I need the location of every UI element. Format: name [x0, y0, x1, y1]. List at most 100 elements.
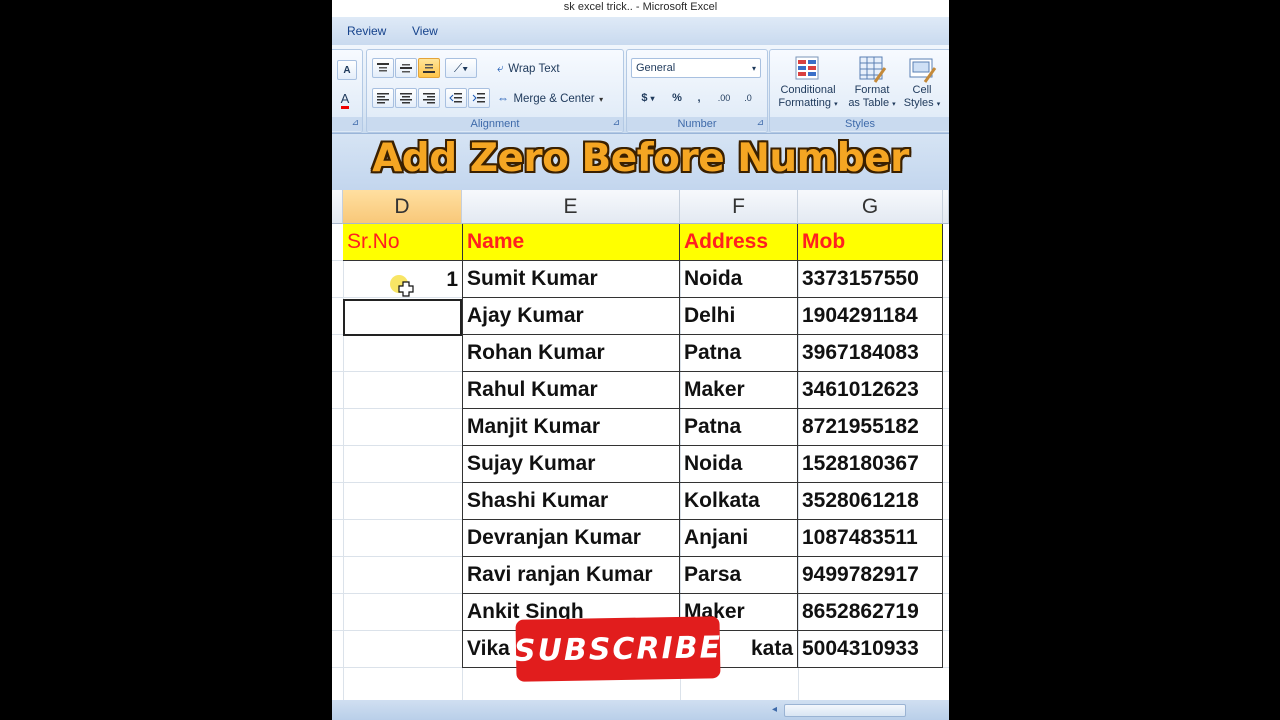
styles-group: Conditional Formatting ▾ Format as Table… — [769, 49, 949, 133]
scroll-left-icon[interactable]: ◂ — [772, 704, 777, 715]
number-group-label: Number ⊿ — [627, 117, 767, 131]
number-format-select[interactable]: General ▾ — [631, 58, 761, 78]
address-cell[interactable]: Parsa — [680, 557, 798, 594]
column-header-g[interactable]: G — [798, 190, 943, 224]
font-group-label: ⊿ — [332, 117, 362, 131]
align-right-button[interactable] — [418, 88, 440, 108]
column-header-d[interactable]: D — [343, 190, 462, 224]
align-middle-button[interactable] — [395, 58, 417, 78]
header-cell-mob[interactable]: Mob — [798, 224, 943, 261]
font-color-button[interactable]: A — [333, 90, 357, 110]
name-cell[interactable]: Sumit Kumar — [462, 261, 680, 298]
srno-cell[interactable] — [343, 594, 462, 631]
address-cell[interactable]: Anjani — [680, 520, 798, 557]
format-as-table-button[interactable]: Format as Table ▾ — [846, 52, 898, 116]
mob-cell[interactable]: 1528180367 — [798, 446, 943, 483]
name-cell[interactable]: Rahul Kumar — [462, 372, 680, 409]
align-bottom-button[interactable] — [418, 58, 440, 78]
align-center-button[interactable] — [395, 88, 417, 108]
srno-cell[interactable] — [343, 631, 462, 668]
srno-cell[interactable] — [343, 335, 462, 372]
table-row: Shashi Kumar Kolkata 3528061218 — [332, 483, 949, 520]
active-cell-selection[interactable] — [343, 299, 462, 336]
currency-button[interactable]: $ ▾ — [631, 88, 665, 108]
name-cell[interactable]: Ajay Kumar — [462, 298, 680, 335]
address-cell[interactable]: Kolkata — [680, 483, 798, 520]
srno-cell[interactable] — [343, 446, 462, 483]
cell-styles-button[interactable]: Cell Styles ▾ — [898, 52, 946, 116]
banner-text: Add Zero Before Number — [372, 136, 909, 181]
grow-font-button[interactable]: A — [337, 60, 357, 80]
chevron-down-icon: ▾ — [892, 101, 896, 108]
align-bottom-icon — [423, 64, 435, 73]
number-launcher-icon[interactable]: ⊿ — [756, 115, 764, 129]
address-cell[interactable]: Patna — [680, 409, 798, 446]
name-cell[interactable]: Rohan Kumar — [462, 335, 680, 372]
table-row: 1 Sumit Kumar Noida 3373157550 — [332, 261, 949, 298]
mob-cell[interactable]: 9499782917 — [798, 557, 943, 594]
mob-cell[interactable]: 3967184083 — [798, 335, 943, 372]
column-header-e[interactable]: E — [462, 190, 680, 224]
decrease-decimal-button[interactable]: .0 — [737, 88, 759, 108]
name-cell[interactable]: Shashi Kumar — [462, 483, 680, 520]
name-cell[interactable]: Ravi ranjan Kumar — [462, 557, 680, 594]
mob-cell[interactable]: 8652862719 — [798, 594, 943, 631]
merge-dropdown-icon[interactable]: ▾ — [599, 95, 603, 104]
name-cell[interactable]: Manjit Kumar — [462, 409, 680, 446]
alignment-launcher-icon[interactable]: ⊿ — [612, 115, 620, 129]
number-group: General ▾ $ ▾ % , .00 .0 Number ⊿ — [626, 49, 768, 133]
address-cell[interactable]: Maker — [680, 372, 798, 409]
column-header-f[interactable]: F — [680, 190, 798, 224]
worksheet-grid[interactable]: D E F G Sr.No Name Address Mob 1 Sumit K… — [332, 190, 949, 700]
address-cell[interactable]: Patna — [680, 335, 798, 372]
tab-review[interactable]: Review — [347, 24, 386, 38]
header-cell-address[interactable]: Address — [680, 224, 798, 261]
merge-center-button[interactable]: ⇔ Merge & Center ▾ — [497, 89, 603, 107]
table-row: Rohan Kumar Patna 3967184083 — [332, 335, 949, 372]
tab-view[interactable]: View — [412, 24, 438, 38]
srno-cell[interactable] — [343, 372, 462, 409]
mob-cell[interactable]: 3373157550 — [798, 261, 943, 298]
srno-cell[interactable] — [343, 483, 462, 520]
comma-button[interactable]: , — [689, 88, 709, 108]
table-row: Devranjan Kumar Anjani 1087483511 — [332, 520, 949, 557]
align-center-icon — [400, 93, 412, 104]
percent-button[interactable]: % — [667, 88, 687, 108]
srno-cell[interactable] — [343, 520, 462, 557]
increase-decimal-button[interactable]: .00 — [713, 88, 735, 108]
name-cell[interactable]: Sujay Kumar — [462, 446, 680, 483]
mob-cell[interactable]: 1087483511 — [798, 520, 943, 557]
mob-cell[interactable]: 5004310933 — [798, 631, 943, 668]
table-row: Sujay Kumar Noida 1528180367 — [332, 446, 949, 483]
address-cell[interactable]: Noida — [680, 261, 798, 298]
wrap-text-button[interactable]: ⤶ Wrap Text — [497, 59, 560, 77]
srno-cell[interactable] — [343, 557, 462, 594]
mob-cell[interactable]: 3461012623 — [798, 372, 943, 409]
chevron-down-icon: ▾ — [751, 63, 756, 73]
header-cell-name[interactable]: Name — [462, 224, 680, 261]
align-left-button[interactable] — [372, 88, 394, 108]
scrollbar-thumb[interactable] — [784, 704, 906, 717]
row-header-corner[interactable] — [332, 190, 343, 224]
name-cell[interactable]: Devranjan Kumar — [462, 520, 680, 557]
align-top-button[interactable] — [372, 58, 394, 78]
mob-cell[interactable]: 8721955182 — [798, 409, 943, 446]
table-row: Rahul Kumar Maker 3461012623 — [332, 372, 949, 409]
column-header-h[interactable] — [943, 190, 949, 224]
mob-cell[interactable]: 3528061218 — [798, 483, 943, 520]
srno-cell[interactable] — [343, 409, 462, 446]
header-cell-srno[interactable]: Sr.No — [343, 224, 462, 261]
horizontal-scrollbar[interactable]: ◂ — [332, 700, 949, 720]
title-banner: Add Zero Before Number — [332, 134, 949, 190]
increase-indent-icon — [472, 93, 485, 103]
address-cell[interactable]: Noida — [680, 446, 798, 483]
mob-cell[interactable]: 1904291184 — [798, 298, 943, 335]
conditional-formatting-button[interactable]: Conditional Formatting ▾ — [772, 52, 844, 116]
increase-indent-button[interactable] — [468, 88, 490, 108]
cell-styles-icon — [909, 58, 937, 83]
font-launcher-icon[interactable]: ⊿ — [351, 115, 359, 129]
orientation-button[interactable]: ⟋▾ — [445, 58, 477, 78]
decrease-indent-button[interactable] — [445, 88, 467, 108]
address-cell[interactable]: Delhi — [680, 298, 798, 335]
subscribe-overlay[interactable]: SUBSCRIBE — [514, 616, 722, 682]
